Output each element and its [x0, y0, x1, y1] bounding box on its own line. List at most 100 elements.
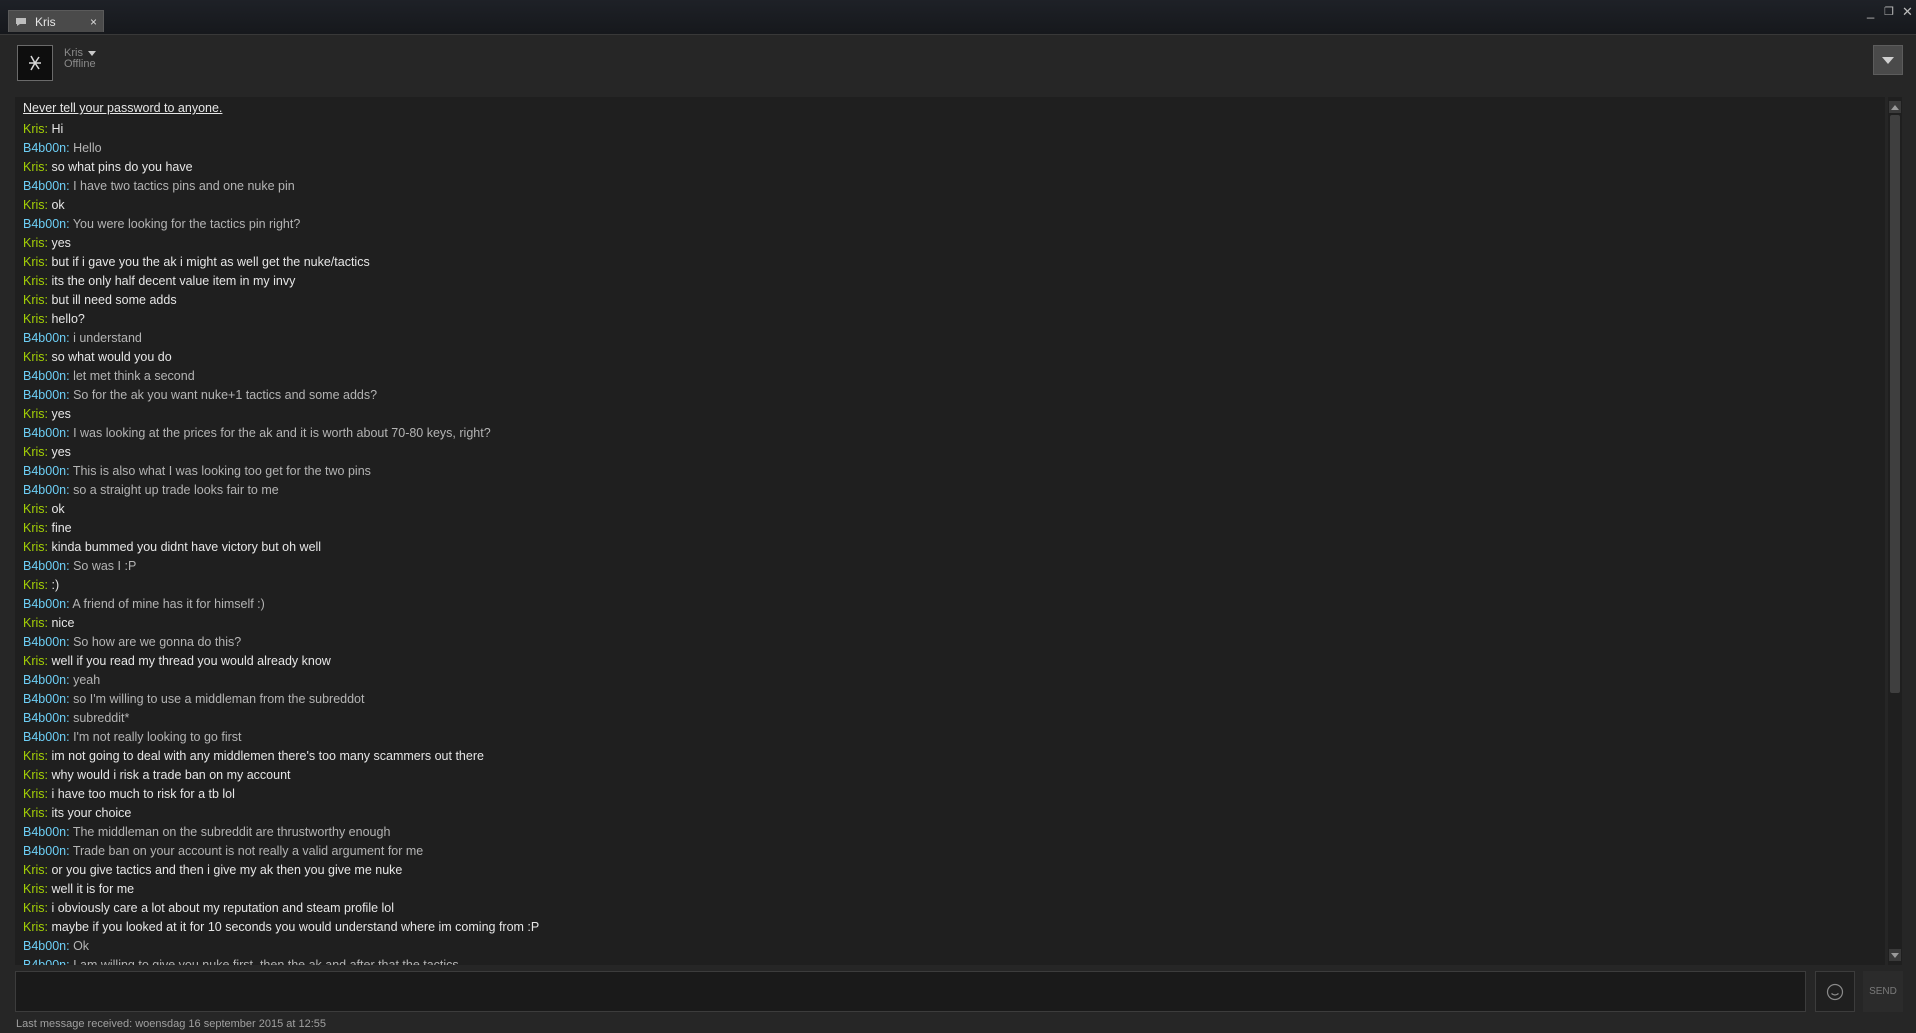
chat-message: B4b00n: So was I :P [23, 557, 539, 576]
tab-kris[interactable]: Kris × [8, 10, 104, 32]
message-text: so what would you do [51, 350, 172, 364]
message-text: :) [51, 578, 60, 592]
message-sender[interactable]: Kris [23, 787, 45, 801]
sender-separator: : [66, 217, 73, 231]
message-sender[interactable]: B4b00n [23, 958, 66, 965]
chat-message: B4b00n: The middleman on the subreddit a… [23, 823, 539, 842]
sender-separator: : [66, 825, 73, 839]
message-sender[interactable]: Kris [23, 502, 45, 516]
message-sender[interactable]: Kris [23, 578, 45, 592]
chat-message: Kris: yes [23, 443, 539, 462]
tab-close-icon[interactable]: × [90, 15, 97, 29]
message-sender[interactable]: B4b00n [23, 844, 66, 858]
message-sender[interactable]: B4b00n [23, 331, 66, 345]
message-text: ok [51, 198, 65, 212]
message-sender[interactable]: Kris [23, 198, 45, 212]
chat-message: B4b00n: I am willing to give you nuke fi… [23, 956, 539, 965]
message-text: I was looking at the prices for the ak a… [73, 426, 491, 440]
message-sender[interactable]: Kris [23, 122, 45, 136]
message-text: let met think a second [73, 369, 195, 383]
message-sender[interactable]: B4b00n [23, 939, 66, 953]
message-sender[interactable]: Kris [23, 863, 45, 877]
message-sender[interactable]: Kris [23, 882, 45, 896]
message-sender[interactable]: B4b00n [23, 825, 66, 839]
message-sender[interactable]: Kris [23, 654, 45, 668]
message-sender[interactable]: B4b00n [23, 464, 66, 478]
message-text: im not going to deal with any middlemen … [51, 749, 484, 763]
chevron-down-icon [1882, 56, 1894, 64]
message-sender[interactable]: Kris [23, 540, 45, 554]
message-sender[interactable]: B4b00n [23, 597, 66, 611]
message-sender[interactable]: B4b00n [23, 426, 66, 440]
close-icon[interactable]: ✕ [1902, 4, 1913, 20]
message-sender[interactable]: B4b00n [23, 692, 66, 706]
message-sender[interactable]: Kris [23, 920, 45, 934]
chat-message: B4b00n: I'm not really looking to go fir… [23, 728, 539, 747]
chat-message: Kris: so what would you do [23, 348, 539, 367]
message-sender[interactable]: B4b00n [23, 711, 66, 725]
message-sender[interactable]: Kris [23, 255, 45, 269]
message-sender[interactable]: Kris [23, 407, 45, 421]
message-sender[interactable]: B4b00n [23, 730, 66, 744]
message-text: so what pins do you have [51, 160, 193, 174]
chat-message: Kris: im not going to deal with any midd… [23, 747, 539, 766]
message-sender[interactable]: B4b00n [23, 559, 66, 573]
chat-message: Kris: its the only half decent value ite… [23, 272, 539, 291]
message-text: kinda bummed you didnt have victory but … [51, 540, 322, 554]
message-text: subreddit* [73, 711, 130, 725]
message-sender[interactable]: B4b00n [23, 673, 66, 687]
maximize-icon[interactable]: ❐ [1884, 5, 1894, 18]
message-sender[interactable]: Kris [23, 768, 45, 782]
arrow-down-icon [1891, 952, 1899, 958]
chat-options-button[interactable] [1873, 45, 1903, 75]
chat-message: Kris: maybe if you looked at it for 10 s… [23, 918, 539, 937]
message-sender[interactable]: Kris [23, 274, 45, 288]
chat-message: Kris: i obviously care a lot about my re… [23, 899, 539, 918]
scroll-down-arrow[interactable] [1889, 949, 1901, 961]
avatar[interactable] [17, 45, 53, 81]
message-sender[interactable]: Kris [23, 293, 45, 307]
scroll-up-arrow[interactable] [1889, 101, 1901, 113]
message-sender[interactable]: Kris [23, 350, 45, 364]
message-sender[interactable]: Kris [23, 236, 45, 250]
chat-message: Kris: :) [23, 576, 539, 595]
message-sender[interactable]: Kris [23, 749, 45, 763]
scroll-thumb[interactable] [1890, 115, 1900, 693]
send-button[interactable]: SEND [1863, 971, 1903, 1012]
tab-label: Kris [35, 14, 56, 29]
message-input[interactable] [15, 971, 1806, 1012]
message-sender[interactable]: Kris [23, 901, 45, 915]
message-text: why would i risk a trade ban on my accou… [51, 768, 291, 782]
message-sender[interactable]: B4b00n [23, 141, 66, 155]
message-sender[interactable]: B4b00n [23, 217, 66, 231]
message-text: I am willing to give you nuke first, the… [73, 958, 459, 965]
message-sender[interactable]: Kris [23, 806, 45, 820]
message-sender[interactable]: B4b00n [23, 388, 66, 402]
chat-message: Kris: but if i gave you the ak i might a… [23, 253, 539, 272]
password-warning: Never tell your password to anyone. [23, 101, 223, 115]
message-sender[interactable]: Kris [23, 521, 45, 535]
message-sender[interactable]: Kris [23, 445, 45, 459]
message-text: ok [51, 502, 65, 516]
message-text: You were looking for the tactics pin rig… [72, 217, 301, 231]
smiley-icon [1826, 983, 1844, 1000]
message-text: hello? [51, 312, 85, 326]
message-sender[interactable]: B4b00n [23, 635, 66, 649]
message-sender[interactable]: Kris [23, 312, 45, 326]
message-sender[interactable]: B4b00n [23, 483, 66, 497]
message-text: Hello [73, 141, 102, 155]
chat-message: B4b00n: let met think a second [23, 367, 539, 386]
message-text: i obviously care a lot about my reputati… [51, 901, 395, 915]
message-sender[interactable]: Kris [23, 160, 45, 174]
message-text: but ill need some adds [51, 293, 177, 307]
chat-scrollbar[interactable] [1888, 97, 1902, 965]
message-sender[interactable]: Kris [23, 616, 45, 630]
chat-log[interactable]: Never tell your password to anyone. Kris… [15, 97, 1885, 965]
message-text: fine [51, 521, 72, 535]
chat-message: B4b00n: subreddit* [23, 709, 539, 728]
message-sender[interactable]: B4b00n [23, 179, 66, 193]
minimize-icon[interactable]: _ [1867, 4, 1874, 19]
emoticon-button[interactable] [1815, 971, 1855, 1012]
message-sender[interactable]: B4b00n [23, 369, 66, 383]
message-text: So how are we gonna do this? [73, 635, 242, 649]
